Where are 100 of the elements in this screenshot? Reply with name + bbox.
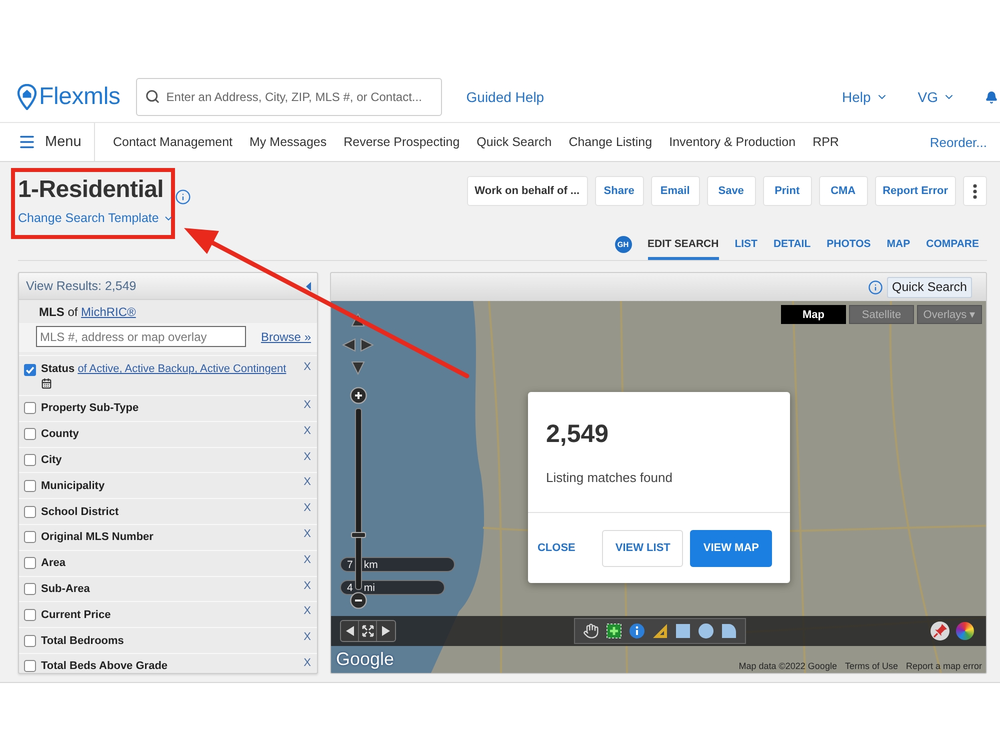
criterion-label: City (41, 454, 62, 466)
checkbox[interactable] (24, 660, 36, 672)
scale-unit: mi (364, 582, 375, 594)
view-tab[interactable]: LIST (734, 228, 758, 260)
map-type-button[interactable]: Satellite (849, 305, 914, 324)
checkbox[interactable] (24, 428, 36, 440)
checkbox[interactable] (24, 582, 36, 595)
view-tab[interactable]: MAP (886, 228, 910, 260)
zoom-slider-thumb[interactable] (350, 532, 366, 538)
search-field[interactable]: Enter an Address, City, ZIP, MLS #, or Contact... (136, 78, 442, 116)
view-tab[interactable]: DETAIL (773, 228, 811, 260)
checkbox[interactable] (24, 402, 36, 414)
criterion-values-link[interactable]: of Active, Active Backup, Active Contingent (78, 363, 286, 375)
search-icon (145, 89, 160, 104)
header-menu[interactable]: VG (918, 89, 955, 105)
hand-icon[interactable] (583, 623, 599, 639)
action-button[interactable]: CMA (818, 176, 868, 206)
header-menu[interactable]: Help (842, 89, 888, 105)
view-tab[interactable]: PHOTOS (826, 228, 871, 260)
nav-link[interactable]: RPR (812, 135, 839, 149)
expand-arrows-icon (362, 625, 374, 637)
remove-button[interactable]: X (302, 554, 312, 566)
remove-button[interactable]: X (302, 580, 312, 592)
info-icon[interactable] (629, 623, 645, 639)
pan-down-icon[interactable] (351, 361, 365, 375)
remove-button[interactable]: X (302, 656, 312, 669)
bell-icon[interactable] (985, 90, 998, 104)
calendar-icon[interactable] (41, 378, 52, 389)
pushpin-icon[interactable] (930, 621, 950, 641)
criterion-label: Status of Active, Active Backup, Active Contingent (41, 363, 286, 375)
criterion-label: Area (41, 557, 66, 570)
mls-source-link[interactable]: MichRIC® (81, 304, 136, 318)
action-button[interactable]: Save (706, 176, 756, 206)
map-attribution: Map data ©2022 Google (738, 661, 837, 671)
logo-text: Flexmls (39, 83, 120, 111)
more-icon (973, 184, 977, 198)
remove-button[interactable]: X (302, 605, 312, 618)
remove-button[interactable]: X (302, 399, 312, 411)
checkbox[interactable] (24, 480, 36, 492)
action-button[interactable]: Print (762, 176, 812, 206)
checkbox[interactable] (24, 531, 36, 544)
checkbox[interactable] (24, 364, 36, 376)
reorder-link[interactable]: Reorder... (930, 134, 987, 150)
view-tab[interactable]: COMPARE (926, 228, 979, 260)
more-options-button[interactable] (963, 176, 987, 206)
nav-link[interactable]: Reverse Prospecting (344, 135, 460, 149)
dialog-button[interactable]: VIEW LIST (602, 530, 684, 566)
remove-button[interactable]: X (302, 450, 312, 463)
square-icon[interactable] (675, 623, 691, 639)
match-message: Listing matches found (546, 470, 674, 485)
nav-link[interactable]: Quick Search (476, 135, 552, 149)
ruler-triangle-icon[interactable] (652, 623, 668, 639)
nav-link[interactable]: My Messages (250, 135, 327, 149)
search-template-title: 1-Residential (18, 175, 164, 205)
nav-link[interactable]: Inventory & Production (669, 135, 796, 149)
map-link[interactable]: Terms of Use (844, 661, 898, 671)
action-button[interactable]: Email (650, 176, 700, 206)
map-type-button[interactable]: Map (781, 305, 846, 324)
pan-right-icon[interactable] (360, 338, 374, 352)
checkbox[interactable] (24, 608, 36, 621)
remove-button[interactable]: X (302, 631, 312, 644)
menu-button[interactable]: Menu (0, 123, 95, 161)
nav-link[interactable]: Contact Management (113, 135, 233, 149)
left-arrow-icon (346, 626, 354, 636)
criterion-label: Property Sub-Type (41, 402, 139, 414)
add-square-icon[interactable] (606, 623, 622, 639)
action-button[interactable]: Share (594, 176, 644, 206)
polygon-icon[interactable] (721, 623, 737, 639)
map-link[interactable]: Report a map error (906, 661, 982, 671)
house-pin-icon (17, 84, 37, 110)
pan-left-icon[interactable] (342, 338, 356, 352)
remove-button[interactable]: X (302, 502, 312, 514)
dialog-button[interactable]: CLOSE (524, 530, 588, 566)
view-tab[interactable]: EDIT SEARCH (648, 228, 719, 260)
remove-button[interactable]: X (302, 476, 312, 488)
change-template-link[interactable]: Change Search Template (18, 211, 174, 225)
match-count: 2,549 (546, 419, 609, 449)
mls-search-field[interactable]: MLS #, address or map overlay (36, 326, 246, 347)
map-type-button[interactable]: Overlays ▾ (917, 305, 982, 324)
scale-value: 7 (347, 558, 353, 570)
guided-help-link[interactable]: Guided Help (466, 89, 544, 105)
collapse-icon[interactable] (306, 282, 311, 290)
pan-up-icon[interactable] (351, 313, 365, 327)
color-wheel-icon[interactable] (956, 622, 974, 640)
remove-button[interactable]: X (302, 424, 312, 437)
circle-icon[interactable] (698, 623, 714, 639)
dialog-button[interactable]: VIEW MAP (690, 530, 772, 566)
nav-link[interactable]: Change Listing (568, 135, 652, 149)
mls-source-label: MLS of MichRIC® (39, 304, 136, 318)
checkbox[interactable] (24, 454, 36, 466)
checkbox[interactable] (24, 506, 36, 518)
remove-button[interactable]: X (302, 528, 312, 540)
quick-search-button[interactable]: Quick Search (886, 276, 972, 298)
action-button[interactable]: Work on behalf of ... (466, 176, 588, 206)
checkbox[interactable] (24, 557, 36, 570)
scale-value: 4 (347, 582, 353, 594)
browse-link[interactable]: Browse » (260, 330, 311, 344)
remove-button[interactable]: X (302, 361, 312, 373)
checkbox[interactable] (24, 634, 36, 647)
action-button[interactable]: Report Error (874, 176, 956, 206)
